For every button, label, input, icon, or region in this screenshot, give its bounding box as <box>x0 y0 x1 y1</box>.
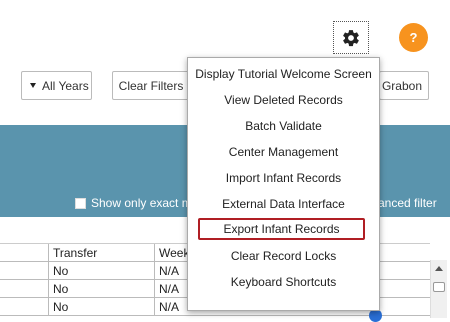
menu-item-external-data-interface[interactable]: External Data Interface <box>188 193 379 215</box>
menu-item-keyboard-shortcuts[interactable]: Keyboard Shortcuts <box>188 271 379 293</box>
settings-gear-button[interactable] <box>333 21 369 54</box>
years-dropdown[interactable]: All Years <box>21 71 92 100</box>
clear-filters-button[interactable]: Clear Filters <box>112 71 190 100</box>
menu-item-clear-record-locks[interactable]: Clear Record Locks <box>188 245 379 267</box>
menu-item-import-infant-records[interactable]: Import Infant Records <box>188 167 379 189</box>
scroll-thumb[interactable] <box>433 282 445 292</box>
menu-item-display-tutorial[interactable]: Display Tutorial Welcome Screen <box>188 63 379 85</box>
advanced-filter-link[interactable]: anced filter <box>378 196 437 210</box>
menu-item-export-infant-records[interactable]: Export Infant Records <box>198 218 365 240</box>
menu-item-batch-validate[interactable]: Batch Validate <box>188 115 379 137</box>
scroll-up-icon[interactable] <box>435 266 443 271</box>
grid-scrollbar[interactable] <box>430 260 447 318</box>
cell-transfer: No <box>48 280 154 297</box>
exact-match-label: Show only exact m <box>91 196 192 210</box>
column-header-transfer[interactable]: Transfer <box>48 244 154 261</box>
menu-item-center-management[interactable]: Center Management <box>188 141 379 163</box>
gear-icon <box>343 29 359 46</box>
filter-button-partial[interactable]: Grabon <box>379 71 429 100</box>
help-button[interactable]: ? <box>399 23 428 52</box>
exact-match-checkbox[interactable] <box>75 197 86 209</box>
cell-transfer: No <box>48 262 154 279</box>
filter-button-label: Grabon <box>381 78 422 93</box>
exact-match-option[interactable]: Show only exact m <box>75 196 192 210</box>
clear-filters-label: Clear Filters <box>118 78 184 93</box>
cell-transfer: No <box>48 298 154 315</box>
caret-down-icon <box>30 83 36 88</box>
years-label: All Years <box>42 78 89 93</box>
settings-menu: Display Tutorial Welcome Screen View Del… <box>187 57 380 311</box>
help-label: ? <box>409 30 418 45</box>
menu-item-view-deleted-records[interactable]: View Deleted Records <box>188 89 379 111</box>
